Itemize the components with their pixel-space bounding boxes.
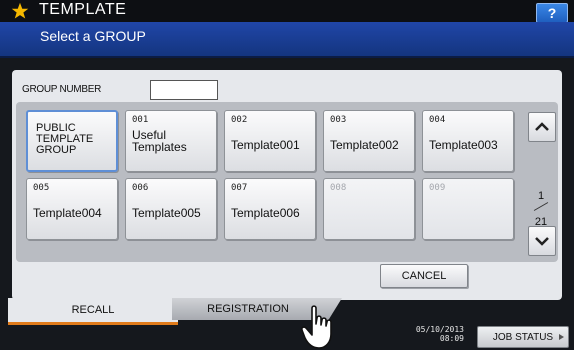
- chevron-down-icon: [535, 237, 549, 246]
- group-name-text: PUBLIC TEMPLATE GROUP: [36, 122, 94, 156]
- cancel-button[interactable]: CANCEL: [380, 264, 468, 288]
- group-tile-number: 002: [231, 115, 248, 125]
- page-current: 1: [537, 190, 545, 202]
- group-tile-number: 008: [330, 183, 347, 193]
- group-tile-name: Template006: [231, 206, 300, 220]
- group-tile-001[interactable]: 001 Useful Templates: [125, 110, 217, 172]
- page-subtitle: Select a GROUP: [40, 28, 146, 44]
- job-status-label: JOB STATUS: [492, 331, 554, 343]
- group-tile-002[interactable]: 002 Template001: [224, 110, 316, 172]
- group-tile-009: 009: [422, 178, 514, 240]
- datetime-display: 05/10/2013 08:09: [412, 325, 464, 343]
- group-tile-name: PUBLIC TEMPLATE GROUP: [36, 123, 93, 156]
- chevron-up-icon: [535, 122, 549, 131]
- group-grid: PUBLIC TEMPLATE GROUP 001 Useful Templat…: [16, 102, 558, 262]
- group-tile-003[interactable]: 003 Template002: [323, 110, 415, 172]
- group-tile-number: 007: [231, 183, 248, 193]
- group-number-label: GROUP NUMBER: [22, 84, 102, 95]
- group-tile-number: 009: [429, 183, 446, 193]
- group-tile-name: Template002: [330, 138, 399, 152]
- group-tile-name: Template005: [132, 206, 201, 220]
- group-tile-name: Useful Templates: [132, 129, 187, 153]
- group-tile-007[interactable]: 007 Template006: [224, 178, 316, 240]
- group-tile-number: 006: [132, 183, 149, 193]
- tab-registration-label: REGISTRATION: [207, 303, 289, 315]
- group-tile-public[interactable]: PUBLIC TEMPLATE GROUP: [26, 110, 118, 172]
- group-tile-006[interactable]: 006 Template005: [125, 178, 217, 240]
- time-text: 08:09: [439, 334, 464, 343]
- hand-pointer-icon: [301, 305, 332, 349]
- group-tile-number: 004: [429, 115, 446, 125]
- group-tile-number: 001: [132, 115, 149, 125]
- main-panel: GROUP NUMBER PUBLIC TEMPLATE GROUP 001 U…: [12, 70, 562, 300]
- group-tile-name: Template003: [429, 138, 498, 152]
- page-separator: [533, 202, 549, 211]
- group-tile-name: Template001: [231, 138, 300, 152]
- group-tile-008: 008: [323, 178, 415, 240]
- group-tile-name: Template004: [33, 206, 102, 220]
- date-text: 05/10/2013: [415, 325, 464, 334]
- help-button[interactable]: ?: [536, 3, 568, 23]
- group-name-text: Useful Templates: [132, 128, 187, 154]
- page-title: TEMPLATE: [39, 1, 127, 18]
- group-tile-005[interactable]: 005 Template004: [26, 178, 118, 240]
- group-tile-004[interactable]: 004 Template003: [422, 110, 514, 172]
- subtitle-bar: Select a GROUP: [0, 22, 574, 58]
- arrow-right-icon: [559, 334, 564, 340]
- job-status-button[interactable]: JOB STATUS: [477, 326, 569, 348]
- page-up-button[interactable]: [528, 112, 556, 142]
- page-down-button[interactable]: [528, 226, 556, 256]
- title-bar: TEMPLATE ?: [0, 0, 574, 23]
- group-tile-number: 005: [33, 183, 50, 193]
- group-tile-number: 003: [330, 115, 347, 125]
- template-screen: TEMPLATE ? Select a GROUP GROUP NUMBER P…: [0, 0, 574, 349]
- star-icon: [11, 2, 29, 19]
- tab-recall[interactable]: RECALL: [8, 298, 178, 325]
- group-number-field[interactable]: [150, 80, 218, 100]
